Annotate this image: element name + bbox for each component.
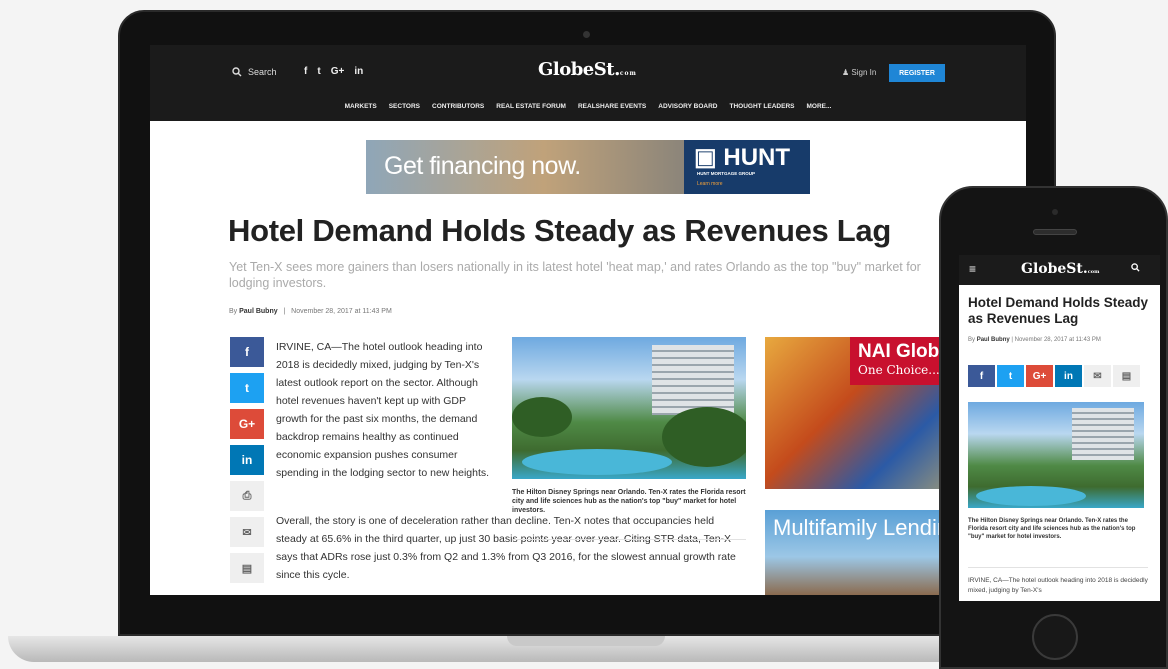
hunt-logo-icon: ▣ [694, 144, 717, 171]
logo-suffix: com [619, 70, 637, 77]
phone-logo-text: GlobeSt. [1021, 261, 1088, 277]
phone-divider [968, 567, 1148, 568]
nav-item-real-estate-forum[interactable]: REAL ESTATE FORUM [496, 103, 566, 117]
search-control[interactable]: Search [232, 67, 277, 77]
social-links: f t G+ in [304, 66, 363, 77]
search-icon [232, 67, 242, 77]
phone-article-photo[interactable] [968, 402, 1144, 508]
share-linkedin-button[interactable]: in [230, 445, 264, 475]
phone-photo-caption: The Hilton Disney Springs near Orlando. … [968, 518, 1136, 540]
article-photo[interactable] [512, 337, 746, 479]
photo-caption: The Hilton Disney Springs near Orlando. … [512, 489, 746, 514]
site-logo[interactable]: GlobeSt.com [538, 59, 637, 80]
phone-byline-by: By [968, 337, 976, 343]
byline-by: By [229, 308, 238, 315]
article-subtitle: Yet Ten-X sees more gainers than losers … [229, 260, 921, 290]
linkedin-icon[interactable]: in [354, 66, 363, 77]
ad-brand-name: ▣ HUNT [694, 143, 790, 172]
ad-cta[interactable]: Learn more [697, 181, 723, 187]
photo-pool [522, 449, 672, 475]
phone-byline: By Paul Bubny | November 28, 2017 at 11:… [968, 337, 1101, 343]
nav-item-realshare-events[interactable]: REALSHARE EVENTS [578, 103, 646, 117]
register-button[interactable]: REGISTER [889, 64, 945, 82]
nav-item-thought-leaders[interactable]: THOUGHT LEADERS [729, 103, 794, 117]
phone-email-icon[interactable]: ✉ [1084, 365, 1111, 387]
email-icon[interactable]: ✉ [230, 517, 264, 547]
phone-screen: ≡ GlobeSt.com Hotel Demand Holds Steady … [959, 255, 1160, 601]
phone-speaker [1033, 229, 1077, 235]
ad-multifamily-text: Multifamily Lending [773, 515, 962, 540]
phone-share-linkedin-button[interactable]: in [1055, 365, 1082, 387]
share-facebook-button[interactable]: f [230, 337, 264, 367]
byline-divider: | [279, 308, 290, 315]
twitter-icon[interactable]: t [317, 66, 320, 77]
phone-photo-building [1072, 408, 1134, 460]
nav-item-advisory-board[interactable]: ADVISORY BOARD [658, 103, 717, 117]
share-twitter-button[interactable]: t [230, 373, 264, 403]
byline: By Paul Bubny | November 28, 2017 at 11:… [229, 308, 392, 315]
search-label: Search [248, 67, 277, 77]
phone-share-googleplus-button[interactable]: G+ [1026, 365, 1053, 387]
photo-hotel-building [652, 345, 734, 415]
laptop-screen: Search f t G+ in GlobeSt.com ♟ Sign In R… [150, 45, 1026, 595]
ad-brand-sub: HUNT MORTGAGE GROUP [697, 171, 755, 176]
nav-item-more[interactable]: MORE... [806, 103, 831, 117]
author-name[interactable]: Paul Bubny [239, 308, 278, 315]
laptop-camera [583, 31, 590, 38]
share-bar: f t G+ in ⎙ ✉ ▤ [230, 337, 264, 589]
signin-link[interactable]: ♟ Sign In [842, 68, 876, 77]
phone-photo-pool [976, 486, 1086, 506]
phone-home-button[interactable] [1032, 614, 1078, 660]
main-nav: MARKETS SECTORS CONTRIBUTORS REAL ESTATE… [150, 103, 1026, 117]
ad-banner-hunt[interactable]: Get financing now. ▣ HUNT HUNT MORTGAGE … [366, 140, 810, 194]
divider [512, 539, 746, 540]
document-icon[interactable]: ▤ [230, 553, 264, 583]
photo-palm [512, 397, 572, 437]
logo-text: GlobeSt. [538, 59, 620, 80]
nav-item-sectors[interactable]: SECTORS [389, 103, 420, 117]
device-mockup: Search f t G+ in GlobeSt.com ♟ Sign In R… [0, 0, 1168, 669]
phone-author-name[interactable]: Paul Bubny [977, 337, 1010, 343]
ad-brand-panel: ▣ HUNT HUNT MORTGAGE GROUP Learn more [684, 140, 810, 194]
user-icon: ♟ [842, 68, 850, 77]
ad-brand-text: HUNT [723, 144, 791, 171]
phone-logo-suffix: com [1087, 269, 1100, 275]
site-header: Search f t G+ in GlobeSt.com ♟ Sign In R… [150, 45, 1026, 121]
nav-item-markets[interactable]: MARKETS [345, 103, 377, 117]
facebook-icon[interactable]: f [304, 66, 307, 77]
phone-camera [1052, 209, 1058, 215]
share-googleplus-button[interactable]: G+ [230, 409, 264, 439]
article-date: November 28, 2017 at 11:43 PM [291, 308, 392, 315]
phone-article-body: IRVINE, CA—The hotel outlook heading int… [968, 577, 1148, 594]
phone-logo[interactable]: GlobeSt.com [1021, 261, 1099, 277]
phone-share-facebook-button[interactable]: f [968, 365, 995, 387]
article-paragraph-2: Overall, the story is one of deceleratio… [276, 515, 736, 581]
phone-document-icon[interactable]: ▤ [1113, 365, 1140, 387]
phone-article-date: November 28, 2017 at 11:43 PM [1014, 337, 1101, 343]
nav-item-contributors[interactable]: CONTRIBUTORS [432, 103, 484, 117]
signin-label: Sign In [851, 68, 877, 77]
phone-search-icon[interactable] [1131, 263, 1140, 275]
article-title: Hotel Demand Holds Steady as Revenues La… [228, 213, 892, 248]
phone-share-twitter-button[interactable]: t [997, 365, 1024, 387]
phone-share-bar: f t G+ in ✉ ▤ [968, 365, 1140, 387]
photo-palm [662, 407, 746, 467]
ad-headline: Get financing now. [384, 152, 581, 180]
phone-article-title: Hotel Demand Holds Steady as Revenues La… [968, 295, 1149, 326]
print-icon[interactable]: ⎙ [230, 481, 264, 511]
menu-icon[interactable]: ≡ [969, 262, 976, 276]
googleplus-icon[interactable]: G+ [331, 66, 345, 77]
search-icon [1131, 263, 1140, 272]
phone-header: ≡ GlobeSt.com [959, 255, 1160, 285]
article-paragraph-1: IRVINE, CA—The hotel outlook heading int… [276, 341, 490, 479]
laptop-notch [507, 636, 665, 646]
